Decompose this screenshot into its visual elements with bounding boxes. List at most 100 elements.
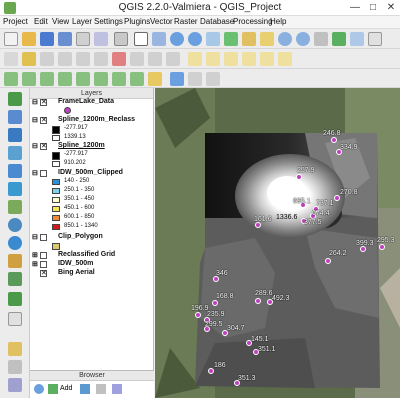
- sample-point[interactable]: [331, 137, 337, 143]
- sample-point[interactable]: [325, 258, 331, 264]
- sample-point[interactable]: [212, 300, 218, 306]
- grid-icon[interactable]: [112, 72, 126, 86]
- menu-layer[interactable]: Layer: [72, 17, 92, 26]
- georeferencer-icon[interactable]: [22, 72, 36, 86]
- save-as-icon[interactable]: [58, 32, 72, 46]
- menu-project[interactable]: Project: [3, 17, 28, 26]
- copy-features-icon[interactable]: [148, 52, 162, 66]
- gps-tools-icon[interactable]: [8, 342, 22, 356]
- sample-point[interactable]: [255, 298, 261, 304]
- layer-visibility-checkbox[interactable]: [40, 142, 47, 150]
- add-wfs-layer-icon[interactable]: [8, 236, 22, 250]
- zoom-next-icon[interactable]: [296, 32, 310, 46]
- menu-edit[interactable]: Edit: [34, 17, 48, 26]
- graphical-modeler-icon[interactable]: [206, 72, 220, 86]
- collapse-icon[interactable]: ⊟: [32, 142, 38, 150]
- print-composer-icon[interactable]: [76, 32, 90, 46]
- move-feature-icon[interactable]: [76, 52, 90, 66]
- sample-point[interactable]: [195, 312, 201, 318]
- interpolation-icon[interactable]: [58, 72, 72, 86]
- layer-visibility-checkbox[interactable]: [40, 252, 47, 259]
- map-canvas[interactable]: 246.8 334.9 257.9 270.8 695.1 737.1 674.…: [155, 88, 400, 398]
- refresh-icon[interactable]: [34, 384, 44, 394]
- add-raster-layer-icon[interactable]: [8, 110, 22, 124]
- python-console-icon[interactable]: [170, 72, 184, 86]
- processing-toolbox-icon[interactable]: [188, 72, 202, 86]
- zoom-last-icon[interactable]: [278, 32, 292, 46]
- identify-icon[interactable]: [350, 32, 364, 46]
- layer-visibility-checkbox[interactable]: [40, 269, 47, 277]
- menu-plugins[interactable]: Plugins: [124, 17, 150, 26]
- coordinate-capture-icon[interactable]: [8, 360, 22, 374]
- add-mssql-layer-icon[interactable]: [8, 164, 22, 178]
- delete-selected-icon[interactable]: [112, 52, 126, 66]
- contour-icon[interactable]: [130, 72, 144, 86]
- minimize-button[interactable]: —: [346, 1, 364, 15]
- rotate-label-icon[interactable]: [260, 52, 274, 66]
- pan-hand-icon[interactable]: [134, 32, 148, 46]
- new-spatialite-layer-icon[interactable]: [8, 292, 22, 306]
- pan-to-selection-icon[interactable]: [152, 32, 166, 46]
- label-tool-icon[interactable]: [188, 52, 202, 66]
- menu-database[interactable]: Database: [200, 17, 234, 26]
- menu-settings[interactable]: Settings: [94, 17, 123, 26]
- sample-point[interactable]: [379, 244, 385, 250]
- add-vector-layer-icon[interactable]: [8, 92, 22, 106]
- paste-features-icon[interactable]: [166, 52, 180, 66]
- add-feature-icon[interactable]: [58, 52, 72, 66]
- measure-icon[interactable]: [8, 378, 22, 392]
- collapse-icon[interactable]: ⊟: [32, 98, 38, 106]
- layer-visibility-checkbox[interactable]: [40, 116, 47, 124]
- add-spatialite-layer-icon[interactable]: [8, 146, 22, 160]
- menu-vector[interactable]: Vector: [150, 17, 173, 26]
- zoom-in-icon[interactable]: [170, 32, 184, 46]
- new-project-icon[interactable]: [4, 32, 18, 46]
- zoom-actual-icon[interactable]: [206, 32, 220, 46]
- add-layer-icon[interactable]: [48, 384, 58, 394]
- pin-labels-icon[interactable]: [206, 52, 220, 66]
- terrain-analysis-icon[interactable]: [76, 72, 90, 86]
- collapse-icon[interactable]: ⊟: [32, 233, 38, 241]
- collapse-icon[interactable]: ⊞: [32, 260, 38, 268]
- zoom-full-icon[interactable]: [224, 32, 238, 46]
- save-project-icon[interactable]: [40, 32, 54, 46]
- select-icon[interactable]: [368, 32, 382, 46]
- close-button[interactable]: ✕: [382, 1, 400, 15]
- add-postgis-layer-icon[interactable]: [8, 128, 22, 142]
- composer-manager-icon[interactable]: [94, 32, 108, 46]
- raster-info-icon[interactable]: [148, 72, 162, 86]
- collapse-icon[interactable]: ⊟: [32, 169, 38, 177]
- add-button-label[interactable]: Add: [60, 385, 72, 392]
- zoom-selection-icon[interactable]: [242, 32, 256, 46]
- new-map-view-icon[interactable]: [314, 32, 328, 46]
- node-tool-icon[interactable]: [94, 52, 108, 66]
- zoom-layer-icon[interactable]: [260, 32, 274, 46]
- zoom-out-icon[interactable]: [188, 32, 202, 46]
- menu-processing[interactable]: Processing: [233, 17, 273, 26]
- touch-icon[interactable]: [114, 32, 128, 46]
- show-labels-icon[interactable]: [224, 52, 238, 66]
- heatmap-icon[interactable]: [40, 72, 54, 86]
- move-label-icon[interactable]: [242, 52, 256, 66]
- open-project-icon[interactable]: [22, 32, 36, 46]
- raster-calculator-icon[interactable]: [4, 72, 18, 86]
- add-oracle-layer-icon[interactable]: [8, 182, 22, 196]
- menu-raster[interactable]: Raster: [174, 17, 198, 26]
- collapse-icon[interactable]: ⊟: [32, 116, 38, 124]
- remove-layer-icon[interactable]: [8, 312, 22, 326]
- sample-point[interactable]: [296, 174, 302, 180]
- filter-icon[interactable]: [80, 384, 90, 394]
- maximize-button[interactable]: □: [364, 1, 382, 15]
- refresh-icon[interactable]: [332, 32, 346, 46]
- change-label-icon[interactable]: [278, 52, 292, 66]
- toggle-editing-icon[interactable]: [22, 52, 36, 66]
- menu-help[interactable]: Help: [270, 17, 286, 26]
- add-delimited-text-layer-icon[interactable]: [8, 254, 22, 268]
- save-edits-icon[interactable]: [40, 52, 54, 66]
- collapse-icon[interactable]: ⊞: [32, 251, 38, 259]
- new-shapefile-layer-icon[interactable]: [8, 272, 22, 286]
- add-wms-layer-icon[interactable]: [8, 200, 22, 214]
- zonal-statistics-icon[interactable]: [94, 72, 108, 86]
- layer-visibility-checkbox[interactable]: [40, 170, 47, 177]
- layer-visibility-checkbox[interactable]: [40, 234, 47, 241]
